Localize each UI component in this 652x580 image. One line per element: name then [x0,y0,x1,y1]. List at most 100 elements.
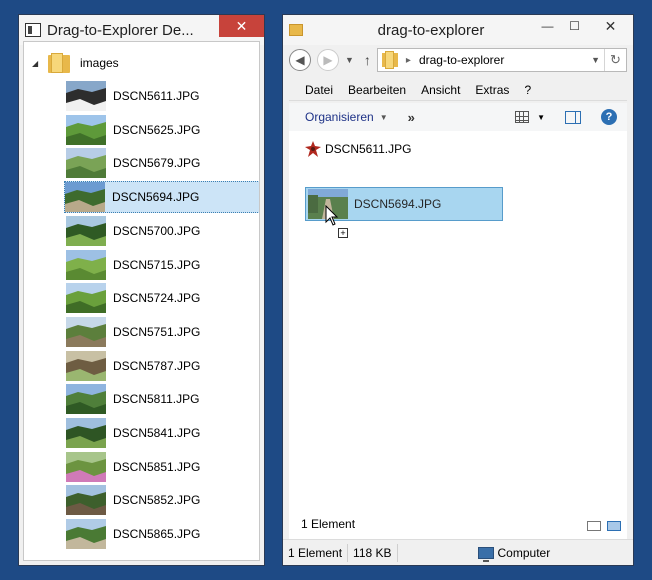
tree-file-item[interactable]: DSCN5715.JPG [66,249,259,281]
thumbnail-farmhouse [66,316,106,347]
tree-file-label: DSCN5611.JPG [113,89,200,103]
help-icon[interactable]: ? [601,109,617,125]
forward-arrow-icon[interactable]: ▶ [317,49,339,71]
folder-icon [381,51,398,69]
more-commands-button[interactable]: » [408,110,415,125]
chevron-right-icon[interactable]: ▸ [406,55,411,66]
organize-button[interactable]: Organisieren [305,110,374,124]
drag-file-name: DSCN5694.JPG [354,197,442,211]
view-switcher [587,521,621,531]
tree-file-item[interactable]: DSCN5865.JPG [66,518,259,550]
address-dropdown-icon[interactable]: ▼ [591,55,600,65]
tree-file-item[interactable]: DSCN5852.JPG [66,484,259,516]
copy-plus-icon: + [338,228,348,238]
thumbnail-cabin [66,485,106,516]
tree-file-label: DSCN5751.JPG [113,324,201,339]
status-bar: 1 Element 118 KB Computer [283,539,633,565]
close-button[interactable]: ✕ [219,15,264,37]
menu-datei[interactable]: Datei [305,83,333,97]
recent-locations-icon[interactable]: ▼ [345,55,354,65]
tree-root-images[interactable]: ◢ images [32,50,119,76]
thumbnail-forest-edge [66,418,106,448]
tree-file-item[interactable]: DSCN5679.JPG [66,147,259,179]
address-bar[interactable]: ▸ drag-to-explorer ▼ ↻ [376,48,627,72]
app-icon [25,23,41,37]
tree-file-label: DSCN5694.JPG [112,190,200,205]
thumbnail-green-field [66,283,106,314]
tree-file-item[interactable]: DSCN5611.JPG [66,80,259,112]
status-location: Computer [477,545,551,562]
details-view-icon[interactable] [587,521,601,531]
tree-file-label: DSCN5851.JPG [113,459,201,474]
thumbnail-gravel-road [66,519,106,550]
thumbnail-trees [66,215,106,246]
tree-file-item[interactable]: DSCN5811.JPG [66,383,259,415]
tree-file-label: DSCN5811.JPG [113,392,200,407]
file-tree: ◢ images DSCN5611.JPG DSCN5625.JPG DSCN567… [23,41,260,561]
menu-bar: Datei Bearbeiten Ansicht Extras ? [289,79,627,101]
explorer-window: drag-to-explorer — ☐ ✕ ◀ ▶ ▼ ↑ ▸ drag-to… [282,14,634,566]
large-icons-view-icon[interactable] [607,521,621,531]
up-arrow-icon[interactable]: ↑ [364,52,371,68]
navigation-bar: ◀ ▶ ▼ ↑ ▸ drag-to-explorer ▼ ↻ [289,45,627,75]
folder-icon [48,53,70,73]
back-arrow-icon[interactable]: ◀ [289,49,311,71]
tree-file-label: DSCN5865.JPG [113,527,201,542]
right-titlebar[interactable]: drag-to-explorer — ☐ ✕ [283,15,633,45]
view-options-chevron-icon[interactable]: ▼ [537,113,545,122]
file-list-area[interactable]: DSCN5611.JPG DSCN5694.JPG + 1 Element [289,131,627,539]
right-window-title: drag-to-explorer [377,21,485,39]
tree-file-label: DSCN5679.JPG [113,156,201,171]
tree-file-label: DSCN5724.JPG [113,291,201,306]
thumbnail-green-hills [66,114,106,145]
status-location-label: Computer [497,545,551,560]
status-item-count: 1 Element [283,543,349,562]
tree-file-label: DSCN5787.JPG [113,358,201,373]
tree-file-item[interactable]: DSCN5851.JPG [66,451,259,483]
tree-file-item[interactable]: DSCN5787.JPG [66,350,259,382]
menu-bearbeiten[interactable]: Bearbeiten [348,83,406,97]
close-button[interactable]: ✕ [588,15,633,37]
tree-file-item[interactable]: DSCN5841.JPG [66,417,259,449]
tree-file-item[interactable]: DSCN5694.JPG [64,181,259,214]
item-count: 1 Element [301,517,356,531]
file-name: DSCN5611.JPG [325,142,412,156]
menu-extras[interactable]: Extras [475,83,509,97]
thumbnail-flowers [66,451,106,482]
command-bar: Organisieren ▼ » ▼ ? [289,103,627,131]
thumbnail-tree-trunk [66,350,106,381]
thumbnail-forest-path [65,182,105,213]
thumbnail-valley [66,148,106,179]
thumbnail-hills-sky [66,384,106,415]
tree-file-item[interactable]: DSCN5700.JPG [66,215,259,247]
tree-file-item[interactable]: DSCN5751.JPG [66,316,259,348]
tree-root-label: images [80,56,119,70]
folder-title-icon [289,24,303,36]
minimize-button[interactable]: — [534,15,561,37]
tree-file-label: DSCN5852.JPG [113,493,201,508]
preview-pane-icon[interactable] [565,110,581,124]
tree-file-label: DSCN5841.JPG [113,426,201,440]
tree-file-item[interactable]: DSCN5625.JPG [66,114,259,146]
tree-file-label: DSCN5625.JPG [113,122,201,137]
image-file-icon [305,141,321,157]
tree-file-label: DSCN5700.JPG [113,223,201,238]
menu-ansicht[interactable]: Ansicht [421,83,460,97]
refresh-icon[interactable]: ↻ [604,49,626,71]
chevron-down-icon[interactable]: ▼ [380,113,388,122]
computer-icon [477,546,494,562]
maximize-button[interactable]: ☐ [561,15,588,37]
tree-file-item[interactable]: DSCN5724.JPG [66,282,259,314]
tree-file-label: DSCN5715.JPG [113,257,201,272]
address-text: drag-to-explorer [418,53,505,67]
thumbnail-meadow [66,249,106,280]
left-window-title: Drag-to-Explorer De... [47,21,194,39]
drag-to-explorer-demo-window: Drag-to-Explorer De... ✕ ◢ images DSCN56… [18,14,265,566]
change-view-icon[interactable] [515,111,530,123]
menu-help[interactable]: ? [524,83,531,97]
file-item[interactable]: DSCN5611.JPG [305,141,411,157]
thumbnail-car-interior [66,81,106,111]
expand-arrow-icon[interactable]: ◢ [32,59,48,68]
mouse-cursor-icon [325,205,339,226]
status-size: 118 KB [348,543,398,562]
